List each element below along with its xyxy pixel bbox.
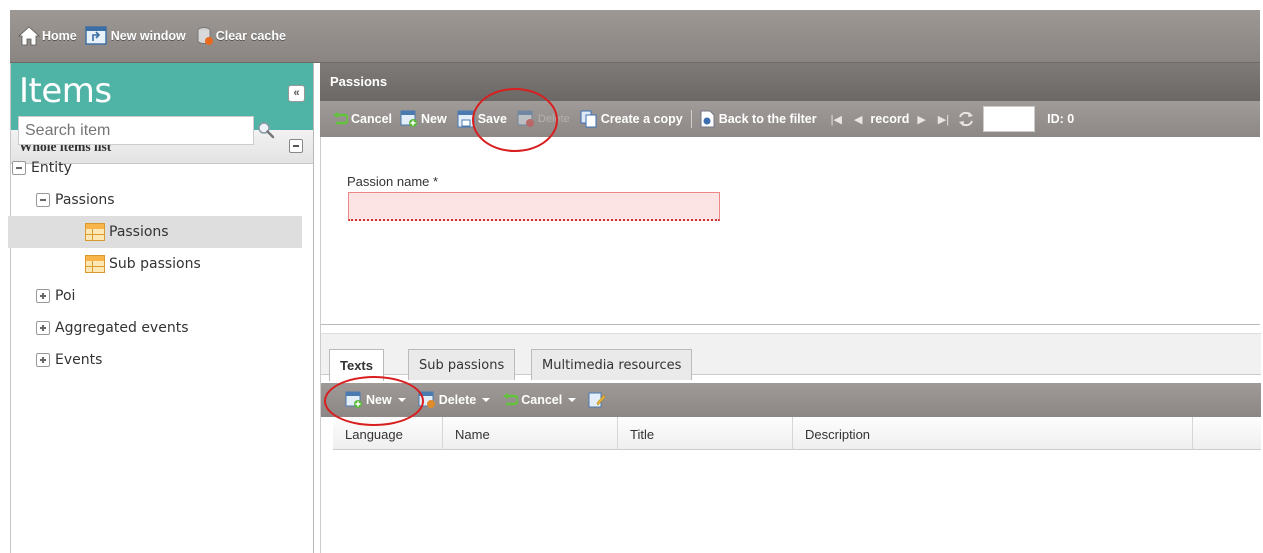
table-icon <box>85 255 105 273</box>
back-to-filter-label: Back to the filter <box>718 112 817 126</box>
record-number-input[interactable] <box>983 106 1036 132</box>
tree-node-sub-passions[interactable]: Sub passions <box>8 248 302 280</box>
tab-strip: Texts Sub passions Multimedia resources <box>321 333 1261 381</box>
texts-cancel-button[interactable]: Cancel <box>502 393 577 407</box>
previous-record-icon[interactable]: ◀ <box>850 113 866 126</box>
passion-name-label: Passion name * <box>347 174 439 189</box>
tree-label-events: Events <box>55 352 103 368</box>
delete-icon <box>517 110 535 128</box>
collapse-node-icon[interactable] <box>36 193 50 207</box>
edit-columns-icon[interactable] <box>588 391 606 409</box>
undo-icon <box>502 393 520 407</box>
tree-node-passions[interactable]: Passions <box>8 216 302 248</box>
chevron-down-icon[interactable] <box>482 398 491 402</box>
tab-texts[interactable]: Texts <box>329 349 384 381</box>
tree-label-passions: Passions <box>109 224 169 240</box>
new-button[interactable]: New <box>400 110 447 128</box>
last-record-icon[interactable]: ▶| <box>934 113 953 126</box>
collapse-node-icon[interactable] <box>12 161 26 175</box>
expand-node-icon[interactable] <box>36 321 50 335</box>
expand-node-icon[interactable] <box>36 289 50 303</box>
create-copy-label: Create a copy <box>600 112 683 126</box>
clear-cache-icon <box>196 26 214 46</box>
items-tree: Entity Passions Passions Sub passions Po… <box>8 152 302 376</box>
clear-cache-label: Clear cache <box>215 29 286 43</box>
form-title: Passions <box>330 74 388 89</box>
column-header-language[interactable]: Language <box>333 417 443 450</box>
tree-label-poi: Poi <box>55 288 76 304</box>
new-record-icon <box>400 110 418 128</box>
texts-grid-header: Language Name Title Description <box>333 417 1261 450</box>
clear-cache-button[interactable]: Clear cache <box>196 26 286 46</box>
copy-icon <box>580 110 598 128</box>
cancel-label: Cancel <box>351 112 392 126</box>
new-window-label: New window <box>110 29 186 43</box>
table-icon <box>85 223 105 241</box>
back-to-filter-button[interactable]: Back to the filter <box>700 110 817 128</box>
tree-label-aggregated-events: Aggregated events <box>55 320 189 336</box>
record-id-label: ID: 0 <box>1047 112 1075 126</box>
new-window-icon <box>85 25 109 47</box>
home-label: Home <box>42 29 77 43</box>
new-window-button[interactable]: New window <box>85 25 186 47</box>
back-to-filter-icon <box>700 110 716 128</box>
chevron-down-icon[interactable] <box>568 398 577 402</box>
cancel-button[interactable]: Cancel <box>332 112 392 126</box>
texts-new-label: New <box>366 393 392 407</box>
tree-node-passions-group[interactable]: Passions <box>8 184 302 216</box>
save-button[interactable]: Save <box>457 110 507 128</box>
passions-form-panel: Passions Cancel New Save Delete Create a… <box>320 63 1261 553</box>
new-record-icon <box>345 391 363 409</box>
search-item-input[interactable] <box>18 116 254 145</box>
column-header-name[interactable]: Name <box>443 417 618 450</box>
home-icon <box>17 26 41 46</box>
tree-label-passions-group: Passions <box>55 192 115 208</box>
save-label: Save <box>477 112 507 126</box>
record-label: record <box>870 112 910 126</box>
column-header-title[interactable]: Title <box>618 417 793 450</box>
delete-button[interactable]: Delete <box>517 110 570 128</box>
expand-node-icon[interactable] <box>36 353 50 367</box>
tree-label-sub-passions: Sub passions <box>109 256 201 272</box>
toolbar-divider <box>690 110 692 128</box>
texts-delete-button[interactable]: Delete <box>418 391 491 409</box>
undo-icon <box>332 112 350 126</box>
form-toolbar: Cancel New Save Delete Create a copy Bac… <box>320 101 1260 137</box>
texts-toolbar: New Delete Cancel <box>321 383 1261 417</box>
tree-node-entity[interactable]: Entity <box>8 152 302 184</box>
texts-delete-label: Delete <box>438 393 477 407</box>
form-titlebar: Passions <box>320 63 1260 101</box>
top-toolbar: Home New window Clear cache <box>10 10 1260 63</box>
detail-tabs-area: Texts Sub passions Multimedia resources … <box>320 325 1261 553</box>
passion-name-input[interactable] <box>348 192 720 221</box>
home-button[interactable]: Home <box>17 26 77 46</box>
delete-label: Delete <box>537 113 570 125</box>
save-icon <box>457 110 475 128</box>
delete-icon <box>418 391 436 409</box>
tree-node-events[interactable]: Events <box>8 344 302 376</box>
tab-sub-passions[interactable]: Sub passions <box>408 349 516 380</box>
refresh-icon[interactable] <box>957 110 975 128</box>
search-icon[interactable] <box>256 121 276 141</box>
form-body: Passion name * <box>320 137 1260 325</box>
tree-node-poi[interactable]: Poi <box>8 280 302 312</box>
tab-multimedia-resources[interactable]: Multimedia resources <box>531 349 693 380</box>
tree-label-entity: Entity <box>31 160 72 176</box>
items-panel-title: Items <box>19 71 112 111</box>
new-label: New <box>421 112 447 126</box>
chevron-down-icon[interactable] <box>397 398 406 402</box>
create-copy-button[interactable]: Create a copy <box>580 110 683 128</box>
first-record-icon[interactable]: |◀ <box>827 113 846 126</box>
column-header-description[interactable]: Description <box>793 417 1193 450</box>
collapse-panel-button[interactable]: « <box>288 85 305 102</box>
texts-cancel-label: Cancel <box>521 393 563 407</box>
collapse-section-button[interactable] <box>289 139 303 153</box>
tree-node-aggregated-events[interactable]: Aggregated events <box>8 312 302 344</box>
texts-new-button[interactable]: New <box>345 391 406 409</box>
next-record-icon[interactable]: ▶ <box>913 113 929 126</box>
